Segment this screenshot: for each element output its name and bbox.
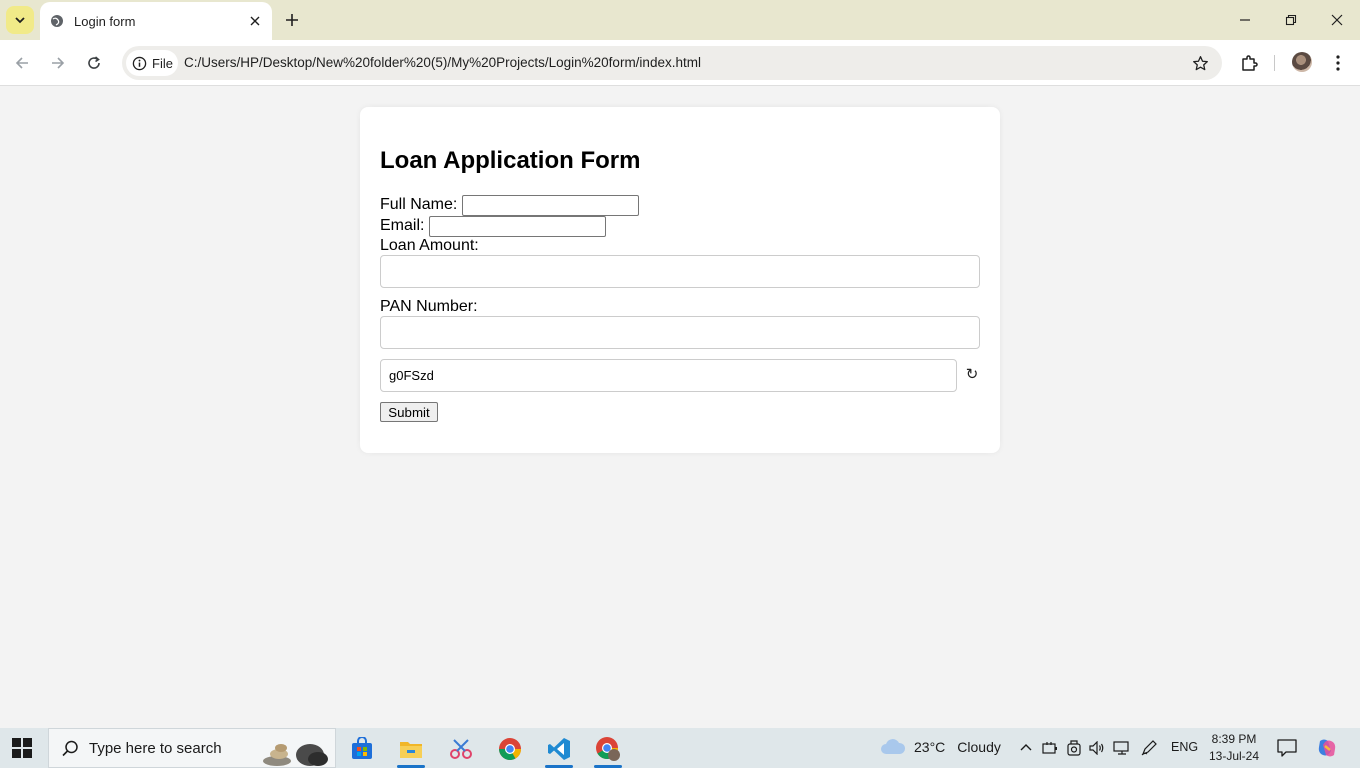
cloud-icon	[881, 739, 906, 754]
snipping-tool-icon[interactable]	[441, 732, 481, 766]
captcha-field[interactable]: g0FSzd	[380, 359, 957, 392]
chip-label: File	[152, 55, 173, 71]
form-card: Loan Application Form Full Name: Email: …	[360, 107, 1000, 453]
site-info-chip[interactable]: File	[126, 50, 178, 76]
close-icon[interactable]	[246, 12, 264, 30]
more-icon[interactable]	[1326, 51, 1350, 75]
battery-icon[interactable]	[1041, 739, 1059, 757]
search-placeholder: Type here to search	[89, 740, 222, 757]
windows-start-icon[interactable]	[12, 738, 32, 758]
weather-widget[interactable]: 23°C Cloudy	[880, 738, 1001, 756]
tab-title: Login form	[74, 13, 136, 29]
loan-amount-input[interactable]	[380, 255, 980, 288]
back-icon[interactable]	[10, 51, 34, 75]
submit-button[interactable]: Submit	[380, 402, 438, 422]
browser-toolbar: File C:/Users/HP/Desktop/New%20folder%20…	[0, 40, 1360, 86]
search-highlight-image	[263, 744, 328, 766]
profile-avatar[interactable]	[1292, 52, 1312, 72]
taskbar-search[interactable]: Type here to search	[48, 728, 336, 768]
address-bar[interactable]: File C:/Users/HP/Desktop/New%20folder%20…	[122, 46, 1222, 80]
star-icon[interactable]	[1190, 53, 1210, 73]
store-icon[interactable]	[342, 732, 382, 766]
plus-icon[interactable]	[281, 9, 303, 31]
speaker-icon[interactable]	[1088, 739, 1106, 757]
refresh-icon[interactable]: ↻	[963, 365, 981, 383]
extensions-icon[interactable]	[1237, 51, 1261, 75]
pan-number-label: PAN Number:	[380, 298, 478, 315]
notification-icon[interactable]	[1277, 739, 1297, 757]
chevron-up-icon[interactable]	[1017, 739, 1035, 757]
loan-amount-label: Loan Amount:	[380, 237, 479, 254]
pen-icon[interactable]	[1140, 739, 1158, 757]
chrome-profile-icon[interactable]	[588, 732, 628, 768]
minimize-icon[interactable]	[1233, 8, 1257, 32]
active-tab[interactable]: Login form	[40, 2, 272, 40]
info-icon	[132, 56, 147, 70]
chevron-down-icon	[15, 17, 25, 24]
file-explorer-icon[interactable]	[391, 732, 431, 768]
weather-condition: Cloudy	[957, 739, 1001, 755]
globe-icon	[50, 14, 64, 28]
forward-icon[interactable]	[46, 51, 70, 75]
language-indicator[interactable]: ENG	[1171, 740, 1198, 754]
copilot-icon[interactable]	[1316, 737, 1338, 759]
pan-number-input[interactable]	[380, 316, 980, 349]
toolbar-separator	[1274, 55, 1275, 71]
email-label: Email:	[380, 217, 425, 234]
chrome-icon[interactable]	[490, 732, 530, 766]
taskbar: Type here to search 23°C Cloudy ENG 8:39…	[0, 728, 1360, 768]
clock-time: 8:39 PM	[1211, 732, 1257, 746]
system-clock[interactable]: 8:39 PM 13-Jul-24	[1205, 731, 1263, 765]
search-icon	[62, 740, 78, 757]
tab-search-button[interactable]	[6, 6, 34, 34]
restore-icon[interactable]	[1279, 8, 1303, 32]
clock-date: 13-Jul-24	[1208, 749, 1260, 763]
tab-strip: Login form	[0, 0, 1360, 40]
full-name-label: Full Name:	[380, 196, 458, 213]
reload-icon[interactable]	[82, 51, 106, 75]
vscode-icon[interactable]	[539, 732, 579, 768]
weather-temperature: 23°C	[914, 739, 946, 755]
network-icon[interactable]	[1113, 739, 1131, 757]
email-input[interactable]	[429, 216, 606, 237]
form-title: Loan Application Form	[380, 147, 641, 174]
meet-icon[interactable]	[1065, 739, 1083, 757]
url-text[interactable]: C:/Users/HP/Desktop/New%20folder%20(5)/M…	[184, 55, 701, 70]
close-window-icon[interactable]	[1325, 8, 1349, 32]
full-name-input[interactable]	[462, 195, 639, 216]
